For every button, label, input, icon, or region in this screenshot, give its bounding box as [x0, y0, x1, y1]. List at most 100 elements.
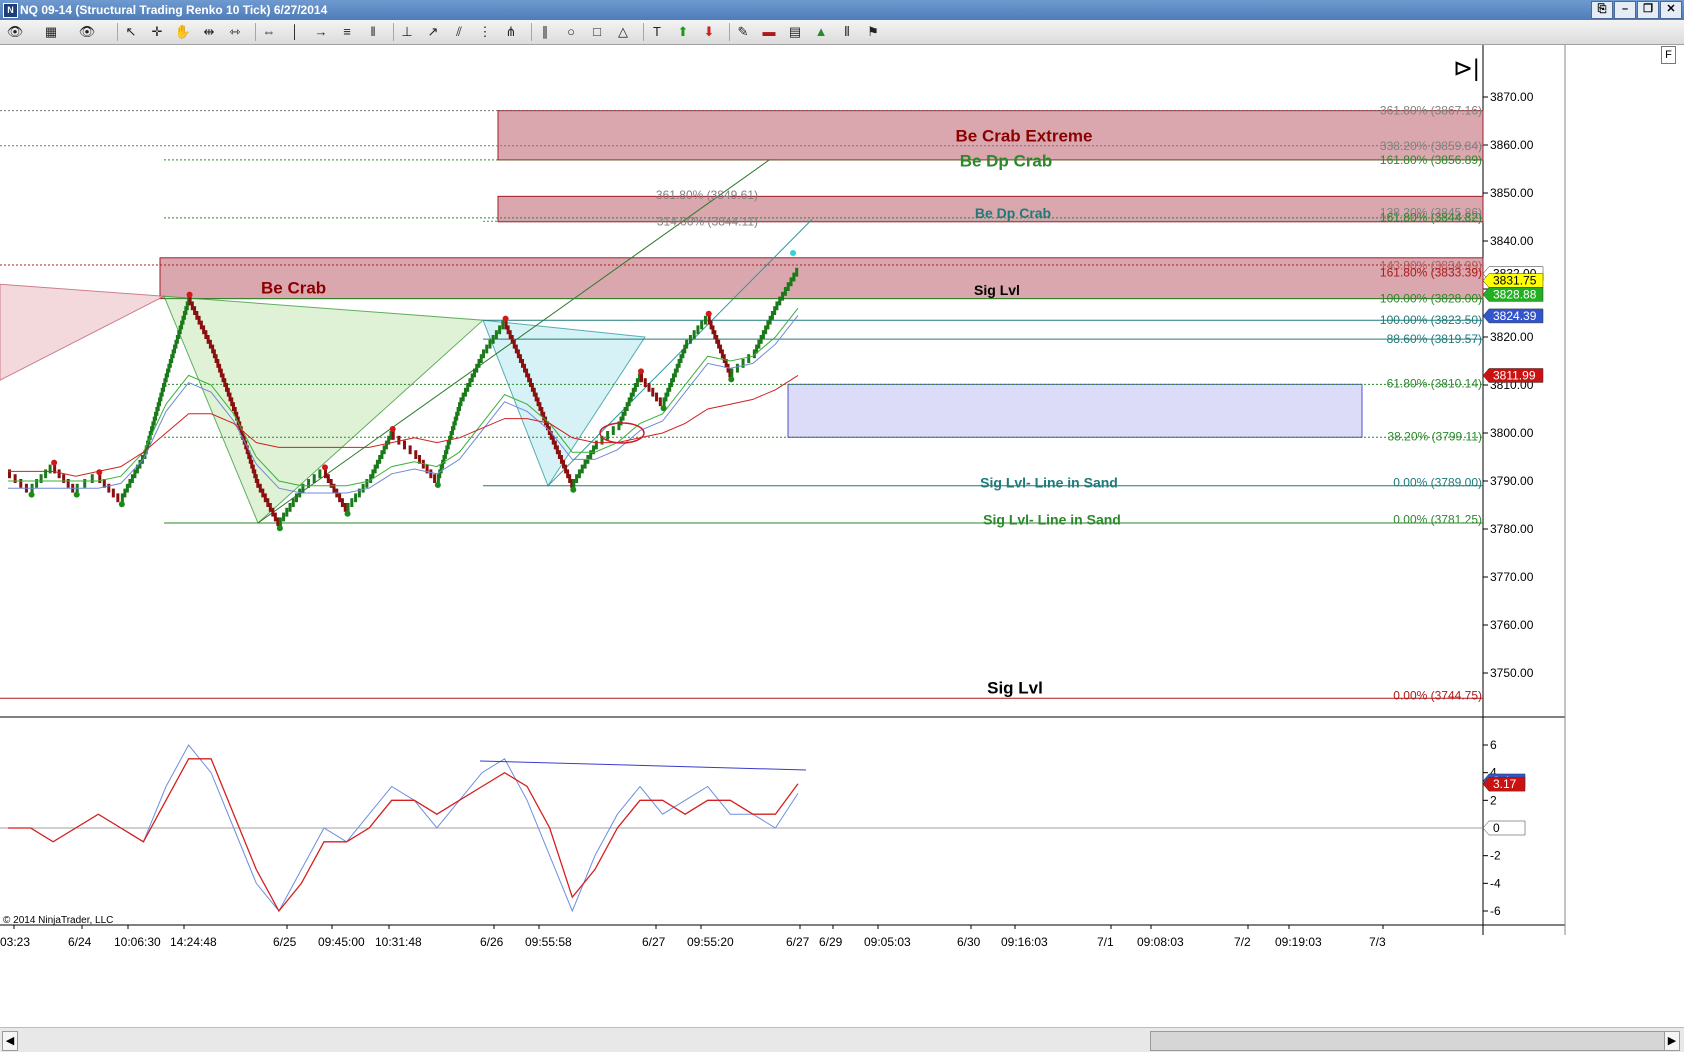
- renko-up-brick: [783, 287, 787, 296]
- parallel-lines-icon[interactable]: ∥: [536, 23, 554, 41]
- price-axis-label: 3820.00: [1490, 330, 1534, 344]
- ellipse-icon[interactable]: ○: [562, 23, 580, 41]
- renko-up-brick: [278, 517, 282, 527]
- swing-high-marker: [638, 368, 644, 375]
- time-axis-label: 6/25: [273, 935, 297, 949]
- time-axis-label: 6/29: [819, 935, 843, 949]
- data-box-icon[interactable]: ▤: [786, 23, 804, 41]
- price-axis-label: 3790.00: [1490, 474, 1534, 488]
- copyright-label: © 2014 NinjaTrader, LLC: [3, 915, 113, 926]
- renko-up-brick: [741, 359, 745, 368]
- rectangle-icon[interactable]: □: [588, 23, 606, 41]
- crosshair-icon[interactable]: ✛: [148, 23, 166, 41]
- target-zone-blue[interactable]: [787, 383, 1363, 438]
- fib-label-f3867: 361.80% (3867.16): [1380, 104, 1482, 118]
- renko-up-brick: [482, 349, 485, 359]
- chart-style-icon[interactable]: ▦: [42, 23, 60, 41]
- prior-crab-wing: [0, 283, 166, 381]
- renko-down-brick: [640, 373, 643, 383]
- sig-lvl-upper-label: Sig Lvl: [974, 282, 1020, 298]
- bar-type-icon[interactable]: ⫴: [838, 23, 856, 41]
- renko-up-brick: [594, 440, 598, 450]
- be-crab-zone[interactable]: [159, 257, 1484, 300]
- renko-down-brick: [116, 493, 120, 503]
- restore-down-small-button[interactable]: ⎘: [1591, 1, 1613, 19]
- fib-label-f3799: 38.20% (3799.11): [1387, 429, 1482, 443]
- fib-time-icon[interactable]: ⋮: [476, 23, 494, 41]
- scroll-thumb[interactable]: [1150, 1031, 1667, 1051]
- renko-down-brick: [658, 397, 662, 407]
- bar-width-icon[interactable]: ⇿: [226, 23, 244, 41]
- time-axis-label: 7/1: [1097, 935, 1114, 949]
- renko-down-brick: [391, 431, 395, 440]
- ninjatrader-app-icon[interactable]: N: [3, 3, 18, 18]
- chart-area[interactable]: 3870.003860.003850.003840.003830.003820.…: [0, 45, 1684, 1045]
- swing-high-marker: [96, 469, 103, 476]
- renko-up-brick: [775, 301, 779, 311]
- renko-down-brick: [324, 469, 327, 479]
- bar-spacing-icon[interactable]: ⇹: [200, 23, 218, 41]
- arrow-line-icon[interactable]: ↗: [424, 23, 442, 41]
- horizontal-line-icon[interactable]: ‖: [364, 23, 382, 41]
- sig-line-in-sand-teal-label: Sig Lvl- Line in Sand: [980, 474, 1118, 490]
- window-titlebar: N NQ 09-14 (Structural Trading Renko 10 …: [0, 0, 1684, 20]
- line-icon[interactable]: │: [286, 23, 304, 41]
- renko-up-brick: [575, 474, 579, 483]
- andrews-pitchfork-icon[interactable]: ⋔: [502, 23, 520, 41]
- renko-up-brick: [781, 291, 785, 301]
- price-chart-svg[interactable]: 3870.003860.003850.003840.003830.003820.…: [0, 45, 1684, 1045]
- fibonacci-icon[interactable]: ⫽: [450, 23, 468, 41]
- hand-icon[interactable]: ✋: [174, 23, 192, 41]
- close-button[interactable]: ✕: [1660, 1, 1682, 19]
- text-icon[interactable]: T: [648, 23, 666, 41]
- renko-down-brick: [98, 474, 102, 483]
- time-axis-label: 09:19:03: [1275, 935, 1322, 949]
- time-axis-label: 09:08:03: [1137, 935, 1184, 949]
- eye-icon[interactable]: 👁: [78, 23, 96, 41]
- minimize-button[interactable]: –: [1614, 1, 1636, 19]
- renko-down-brick: [340, 498, 344, 507]
- horizontal-scrollbar[interactable]: ◀ ▶: [0, 1027, 1684, 1052]
- maximize-button[interactable]: ❐: [1637, 1, 1659, 19]
- triangle-icon[interactable]: △: [614, 23, 632, 41]
- strategy-icon[interactable]: ✎: [734, 23, 752, 41]
- osc-zero-marker: 0: [1493, 821, 1500, 835]
- order-icon[interactable]: ▬: [760, 23, 778, 41]
- extended-line-icon[interactable]: ≡: [338, 23, 356, 41]
- price-axis-label: 3780.00: [1490, 522, 1534, 536]
- time-axis-label: 6/26: [480, 935, 504, 949]
- price-axis-label: 3760.00: [1490, 618, 1534, 632]
- scroll-to-end-icon[interactable]: ⊳|: [1453, 55, 1479, 82]
- renko-down-brick: [13, 474, 17, 483]
- fib-label-f3828: 100.00% (3828.00): [1380, 292, 1482, 306]
- renko-down-brick: [326, 474, 330, 483]
- renko-up-brick: [307, 479, 311, 488]
- renko-up-brick: [301, 483, 305, 493]
- renko-up-brick: [312, 474, 316, 483]
- arrow-down-icon[interactable]: ⬇: [700, 23, 718, 41]
- renko-up-brick: [606, 431, 610, 440]
- toolbar-separator: [643, 23, 644, 41]
- indicator-icon[interactable]: ▲: [812, 23, 830, 41]
- pointer-icon[interactable]: ↖: [122, 23, 140, 41]
- renko-up-brick: [789, 277, 793, 287]
- time-axis-label: 09:55:58: [525, 935, 572, 949]
- time-axis-label: 7/2: [1234, 935, 1251, 949]
- arrow-up-icon[interactable]: ⬆: [674, 23, 692, 41]
- eye-icon[interactable]: 👁: [6, 23, 24, 41]
- renko-up-brick: [365, 479, 369, 488]
- scroll-right-arrow-icon[interactable]: ▶: [1664, 1031, 1680, 1051]
- fib-label-f3744: 0.00% (3744.75): [1393, 689, 1482, 703]
- alert-icon[interactable]: ⚑: [864, 23, 882, 41]
- price-scale-icon[interactable]: ⇔: [260, 23, 278, 41]
- vertical-line-icon[interactable]: ⊥: [398, 23, 416, 41]
- be-crab-extreme-label: Be Crab Extreme: [955, 126, 1092, 145]
- renko-down-brick: [8, 469, 11, 479]
- renko-down-brick: [107, 483, 111, 493]
- scroll-left-arrow-icon[interactable]: ◀: [2, 1031, 18, 1051]
- ray-icon[interactable]: →: [312, 23, 330, 41]
- renko-down-brick: [655, 392, 659, 402]
- renko-down-brick: [66, 479, 70, 488]
- renko-up-brick: [288, 503, 292, 512]
- renko-up-brick: [35, 479, 39, 488]
